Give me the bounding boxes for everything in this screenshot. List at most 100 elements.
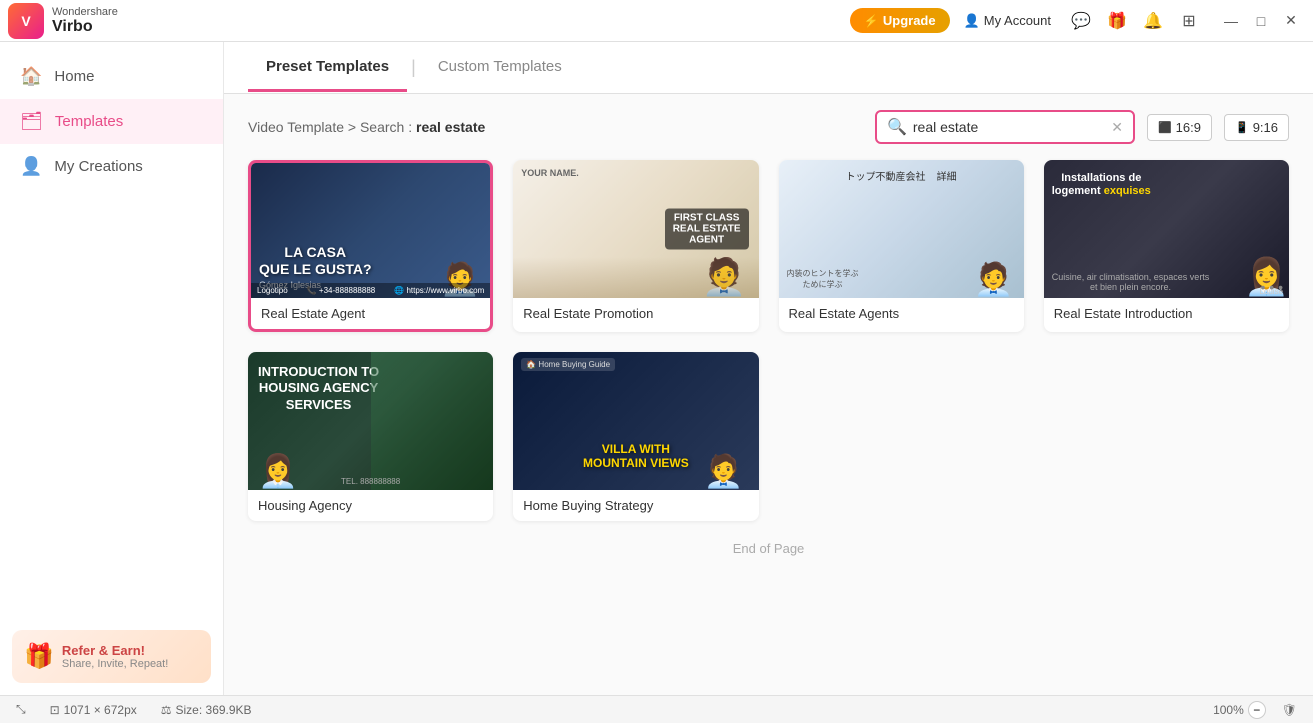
thumb-first-class: FIRST CLASSREAL ESTATEAGENT [665, 208, 749, 249]
sidebar-item-home[interactable]: 🏠 Home [0, 54, 223, 99]
template-label-4: Real Estate Introduction [1044, 298, 1289, 329]
titlebar: V Wondershare Virbo Upgrade 👤 My Account… [0, 0, 1313, 42]
my-account-label: My Account [984, 13, 1051, 28]
thumb-logo-web: 🌐 https://www.virbo.com [394, 286, 484, 295]
thumb-person-5: 👩‍💼 [258, 452, 298, 490]
titlebar-left: V Wondershare Virbo [8, 3, 118, 39]
window-controls: — □ ✕ [1217, 7, 1305, 35]
thumb-text-1: LA CASAQUE LE GUSTA? [259, 244, 372, 278]
template-content: Video Template > Search : real estate 🔍 … [224, 94, 1313, 695]
template-label-2: Real Estate Promotion [513, 298, 758, 329]
thumb-logo-left: Logotipo [257, 286, 288, 295]
titlebar-right: Upgrade 👤 My Account 💬 🎁 🔔 ⊞ — □ ✕ [850, 5, 1305, 37]
app-brand: Wondershare [52, 6, 118, 18]
main-layout: 🏠 Home 🗂 Templates 👤 My Creations 🎁 Refe… [0, 42, 1313, 695]
thumb-dots: • • • [1044, 276, 1289, 298]
thumb-jp-header: トップ不動産会社 詳細 [846, 168, 957, 183]
search-clear-button[interactable]: ✕ [1111, 119, 1123, 136]
ratio-16-9-button[interactable]: ⬛ 16:9 [1147, 114, 1212, 141]
template-card-real-estate-agent[interactable]: LA CASAQUE LE GUSTA? Gómez Iglesias 🧑‍💼 … [248, 160, 493, 332]
template-thumbnail-4: Installations delogement exquises Cuisin… [1044, 160, 1289, 298]
statusbar-resize-icon: ⤡ [16, 702, 26, 717]
dimensions-icon: ⊡ [50, 703, 60, 717]
minimize-button[interactable]: — [1217, 7, 1245, 35]
template-thumbnail-1: LA CASAQUE LE GUSTA? Gómez Iglesias 🧑‍💼 … [251, 163, 490, 298]
thumb-yourname: YOUR NAME. [521, 168, 579, 178]
sidebar-item-templates[interactable]: 🗂 Templates [0, 99, 223, 144]
thumb-jp-body: 内装のヒントを学ぶために学ぶ [787, 268, 859, 290]
thumb-person-6: 🧑‍💼 [704, 452, 744, 490]
sidebar-item-my-creations[interactable]: 👤 My Creations [0, 144, 223, 189]
refer-banner[interactable]: 🎁 Refer & Earn! Share, Invite, Repeat! [12, 630, 211, 683]
tab-preset-templates[interactable]: Preset Templates [248, 44, 407, 92]
refer-title: Refer & Earn! [62, 643, 168, 658]
shield-icon: 🛡 [1282, 703, 1297, 717]
app-title: Virbo [52, 18, 118, 36]
close-button[interactable]: ✕ [1277, 7, 1305, 35]
refer-subtitle: Share, Invite, Repeat! [62, 658, 168, 670]
tab-custom-templates[interactable]: Custom Templates [420, 44, 580, 92]
my-account-button[interactable]: 👤 My Account [954, 9, 1061, 33]
template-thumbnail-3: トップ不動産会社 詳細 🧑‍💼 内装のヒントを学ぶために学ぶ [779, 160, 1024, 298]
thumb-villa-text: VILLA WITHMOUNTAIN VIEWS [583, 442, 689, 470]
home-icon: 🏠 [20, 66, 42, 87]
content-area: Preset Templates | Custom Templates Vide… [224, 42, 1313, 695]
thumb-housing-text: INTRODUCTION TOHOUSING AGENCYSERVICES [258, 364, 379, 415]
ratio-9-16-label: 9:16 [1253, 120, 1278, 135]
sidebar-item-label-home: Home [54, 68, 94, 85]
size-icon: ⚖ [161, 703, 172, 717]
thumb-home-guide: 🏠 Home Buying Guide [521, 358, 615, 371]
dimensions-value: 1071 × 672px [64, 703, 137, 717]
thumb-dots-icons: • • • [1261, 279, 1283, 295]
zoom-value: 100% [1213, 703, 1244, 717]
template-card-housing-agency[interactable]: INTRODUCTION TOHOUSING AGENCYSERVICES 👩‍… [248, 352, 493, 521]
statusbar-size: ⚖ Size: 369.9KB [161, 703, 252, 717]
thumb-fr-header: Installations delogement exquises [1052, 172, 1151, 198]
chat-icon-button[interactable]: 💬 [1065, 5, 1097, 37]
gift-icon-button[interactable]: 🎁 [1101, 5, 1133, 37]
ratio-9-16-button[interactable]: 📱 9:16 [1224, 114, 1289, 141]
template-thumbnail-5: INTRODUCTION TOHOUSING AGENCYSERVICES 👩‍… [248, 352, 493, 490]
statusbar-right: 100% − 🛡 [1213, 701, 1297, 719]
app-name-group: Wondershare Virbo [52, 6, 118, 36]
sidebar-nav: 🏠 Home 🗂 Templates 👤 My Creations [0, 42, 223, 618]
thumb-person-3: 🧑‍💼 [974, 260, 1014, 298]
upgrade-button[interactable]: Upgrade [850, 8, 950, 33]
notification-icon-button[interactable]: 🔔 [1137, 5, 1169, 37]
sidebar-item-label-creations: My Creations [54, 158, 142, 175]
template-label-1: Real Estate Agent [251, 298, 490, 329]
thumb-housing-tel: TEL. 888888888 [341, 477, 400, 486]
template-card-real-estate-intro[interactable]: Installations delogement exquises Cuisin… [1044, 160, 1289, 332]
sidebar-item-label-templates: Templates [55, 113, 123, 130]
top-row: Video Template > Search : real estate 🔍 … [248, 110, 1289, 144]
template-card-real-estate-agents-jp[interactable]: トップ不動産会社 詳細 🧑‍💼 内装のヒントを学ぶために学ぶ Real Esta… [779, 160, 1024, 332]
statusbar-dimensions: ⊡ 1071 × 672px [50, 703, 137, 717]
refer-text: Refer & Earn! Share, Invite, Repeat! [62, 643, 168, 670]
sidebar: 🏠 Home 🗂 Templates 👤 My Creations 🎁 Refe… [0, 42, 224, 695]
thumb-img-1: LA CASAQUE LE GUSTA? Gómez Iglesias 🧑‍💼 … [251, 163, 490, 298]
template-card-real-estate-promotion[interactable]: YOUR NAME. FIRST CLASSREAL ESTATEAGENT 🧑… [513, 160, 758, 332]
app-logo: V [8, 3, 44, 39]
tabs-bar: Preset Templates | Custom Templates [224, 42, 1313, 94]
zoom-out-button[interactable]: − [1248, 701, 1266, 719]
search-input[interactable] [913, 119, 1105, 135]
grid-icon-button[interactable]: ⊞ [1173, 5, 1205, 37]
search-and-ratio: 🔍 ✕ ⬛ 16:9 📱 9:16 [875, 110, 1289, 144]
size-value: Size: 369.9KB [176, 703, 252, 717]
breadcrumb-search-term: real estate [416, 119, 485, 135]
thumb-img-6: 🏠 Home Buying Guide 🧑‍💼 VILLA WITHMOUNTA… [513, 352, 758, 490]
template-label-5: Housing Agency [248, 490, 493, 521]
maximize-button[interactable]: □ [1247, 7, 1275, 35]
thumb-img-2: YOUR NAME. FIRST CLASSREAL ESTATEAGENT 🧑… [513, 160, 758, 298]
zoom-control: 100% − [1213, 701, 1266, 719]
thumb-house-bg [371, 352, 494, 490]
refer-icon: 🎁 [24, 642, 54, 671]
template-grid: LA CASAQUE LE GUSTA? Gómez Iglesias 🧑‍💼 … [248, 160, 1289, 521]
thumb-logo-phone: 📞 +34-888888888 [307, 286, 375, 295]
thumb-img-3: トップ不動産会社 詳細 🧑‍💼 内装のヒントを学ぶために学ぶ [779, 160, 1024, 298]
template-card-home-buying[interactable]: 🏠 Home Buying Guide 🧑‍💼 VILLA WITHMOUNTA… [513, 352, 758, 521]
ratio-16-9-icon: ⬛ [1158, 121, 1172, 134]
breadcrumb-video-template: Video Template [248, 119, 344, 135]
tab-divider: | [407, 57, 420, 78]
template-thumbnail-2: YOUR NAME. FIRST CLASSREAL ESTATEAGENT 🧑… [513, 160, 758, 298]
